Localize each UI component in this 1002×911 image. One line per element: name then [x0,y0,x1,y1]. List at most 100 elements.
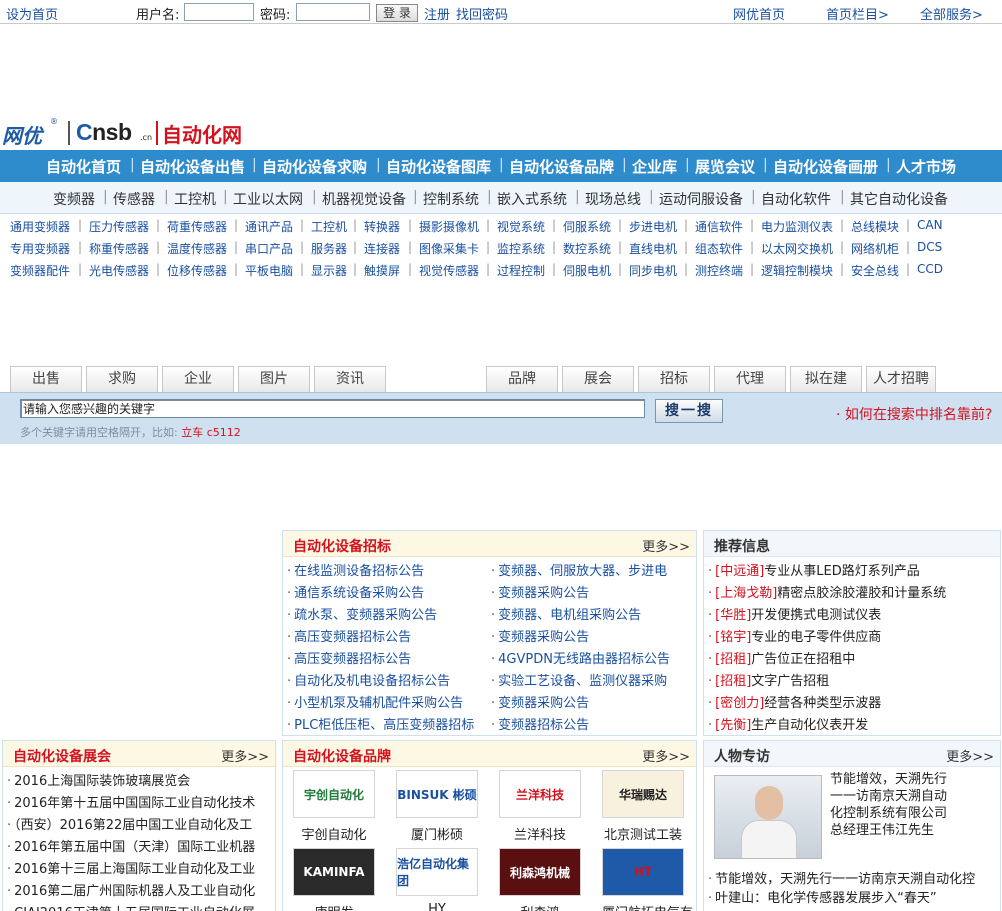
recover-password-link[interactable]: 找回密码 [456,4,508,23]
brand-logo[interactable]: 宇创自动化 [293,770,375,818]
expo-item[interactable]: ·CIAI2016天津第十五届国际工业自动化展 [7,902,271,911]
keyword-link[interactable]: 直线电机 [629,240,677,257]
set-home-link[interactable]: 设为首页 [6,4,58,23]
brand-name[interactable]: 厦门航拓电气有 [602,902,693,911]
main-nav-item-3[interactable]: 自动化设备图库 [386,156,491,177]
keyword-link[interactable]: 过程控制 [497,262,545,279]
recommend-item[interactable]: · [密创力]经营各种类型示波器 [708,692,996,711]
keyword-link[interactable]: DCS [917,240,942,254]
keyword-link[interactable]: 步进电机 [629,218,677,235]
main-nav-item-8[interactable]: 人才市场 [896,156,956,177]
search-ranking-tip-link[interactable]: · 如何在搜索中排名靠前? [836,404,992,424]
keyword-link[interactable]: 通用变频器 [10,218,70,235]
tender-item[interactable]: · 4GVPDN无线路由器招标公告 [491,648,691,667]
brand-logo[interactable]: 华瑞赐达 [602,770,684,818]
recommend-item[interactable]: · [招租]文字广告招租 [708,670,996,689]
tender-item[interactable]: · 变频器、电机组采购公告 [491,604,691,623]
expo-item[interactable]: · 2016年第五届中国（天津）国际工业机器 [7,836,271,855]
search-tab-3[interactable]: 图片 [238,366,310,392]
search-tab-4[interactable]: 资讯 [314,366,386,392]
brand-logo[interactable]: 浩亿自动化集团 [396,848,478,896]
keyword-link[interactable]: 测控终端 [695,262,743,279]
keyword-link[interactable]: 荷重传感器 [167,218,227,235]
search-tab-right-5[interactable]: 人才招聘 [866,366,936,392]
interview-item[interactable]: · 节能增效，天溯先行一一访南京天溯自动化控 [708,868,998,887]
keyword-link[interactable]: 光电传感器 [89,262,149,279]
brand-item[interactable]: 华瑞赐达 北京测试工装 [602,770,684,843]
keyword-link[interactable]: 以太网交换机 [761,240,833,257]
category-nav-item-8[interactable]: 运动伺服设备 [659,189,743,209]
tender-item[interactable]: · 小型机泵及辅机配件采购公告 [287,692,487,711]
tender-item[interactable]: · 高压变频器招标公告 [287,648,487,667]
tender-item[interactable]: · 在线监测设备招标公告 [287,560,487,579]
brand-item[interactable]: KAMINFA 康明发 [293,848,375,911]
search-button[interactable]: 搜一搜 [655,399,723,423]
expo-item[interactable]: · 2016年第十五届中国国际工业自动化技术 [7,792,271,811]
keyword-link[interactable]: 总线模块 [851,218,899,235]
category-nav-item-9[interactable]: 自动化软件 [761,189,831,209]
keyword-link[interactable]: 伺服系统 [563,218,611,235]
keyword-link[interactable]: 工控机 [311,218,347,235]
search-example-2[interactable]: c5112 [207,426,241,439]
expo-item[interactable]: · 2016上海国际装饰玻璃展览会 [7,770,271,789]
category-nav-item-10[interactable]: 其它自动化设备 [850,189,948,209]
main-nav-item-6[interactable]: 展览会议 [695,156,755,177]
category-nav-item-7[interactable]: 现场总线 [585,189,641,209]
tender-item[interactable]: · 实验工艺设备、监测仪器采购 [491,670,691,689]
keyword-link[interactable]: CAN [917,218,943,232]
interview-feature-link[interactable]: 节能增效，天溯先行一一访南京天溯自动化控制系统有限公司总经理王伟江先生 [830,771,948,839]
recommend-item[interactable]: · [招租]广告位正在招租中 [708,648,996,667]
brand-name[interactable]: 兰洋科技 [499,824,581,843]
category-nav-item-0[interactable]: 变频器 [53,189,95,209]
brand-name[interactable]: HY [396,902,478,911]
keyword-link[interactable]: 摄影摄像机 [419,218,479,235]
brands-more-link[interactable]: 更多>> [642,746,690,765]
keyword-link[interactable]: 通信软件 [695,218,743,235]
brand-name[interactable]: 厦门彬硕 [396,824,478,843]
expo-item[interactable]: · （西安）2016第22届中国工业自动化及工 [7,814,271,833]
brand-item[interactable]: 兰洋科技 兰洋科技 [499,770,581,843]
keyword-link[interactable]: 通讯产品 [245,218,293,235]
keyword-link[interactable]: 平板电脑 [245,262,293,279]
tender-item[interactable]: · 变频器、伺服放大器、步进电 [491,560,691,579]
tender-item[interactable]: · 疏水泵、变频器采购公告 [287,604,487,623]
category-nav-item-4[interactable]: 机器视觉设备 [322,189,406,209]
keyword-link[interactable]: 专用变频器 [10,240,70,257]
keyword-link[interactable]: 压力传感器 [89,218,149,235]
category-nav-item-1[interactable]: 传感器 [113,189,155,209]
keyword-link[interactable]: 图像采集卡 [419,240,479,257]
category-nav-item-6[interactable]: 嵌入式系统 [497,189,567,209]
tender-item[interactable]: · 通信系统设备采购公告 [287,582,487,601]
brand-logo[interactable]: 兰洋科技 [499,770,581,818]
brand-logo[interactable]: 利森鸿机械 [499,848,581,896]
main-nav-item-2[interactable]: 自动化设备求购 [262,156,367,177]
keyword-link[interactable]: 触摸屏 [364,262,400,279]
recommend-item[interactable]: · [先衡]生产自动化仪表开发 [708,714,996,733]
expo-item[interactable]: · 2016第二届广州国际机器人及工业自动化 [7,880,271,899]
recommend-item[interactable]: · [中远通]专业从事LED路灯系列产品 [708,560,996,579]
brand-item[interactable]: 浩亿自动化集团 HY [396,848,478,911]
brand-item[interactable]: BINSUK 彬硕 厦门彬硕 [396,770,478,843]
search-tab-0[interactable]: 出售 [10,366,82,392]
username-input[interactable] [184,3,254,21]
all-services-link[interactable]: 全部服务> [920,4,983,23]
search-tab-2[interactable]: 企业 [162,366,234,392]
brand-item[interactable]: 利森鸿机械利森鸿 [499,848,581,911]
keyword-link[interactable]: 称重传感器 [89,240,149,257]
keyword-link[interactable]: 温度传感器 [167,240,227,257]
brand-item[interactable]: HT 厦门航拓电气有 [602,848,693,911]
brand-logo[interactable]: HT [602,848,684,896]
keyword-link[interactable]: 服务器 [311,240,347,257]
keyword-link[interactable]: 逻辑控制模块 [761,262,833,279]
keyword-link[interactable]: 位移传感器 [167,262,227,279]
tender-item[interactable]: · 变频器招标公告 [491,714,691,733]
keyword-link[interactable]: 显示器 [311,262,347,279]
keyword-link[interactable]: CCD [917,262,943,276]
keyword-link[interactable]: 视觉系统 [497,218,545,235]
search-tab-right-3[interactable]: 代理 [714,366,786,392]
main-nav-item-0[interactable]: 自动化首页 [46,156,121,177]
interview-more-link[interactable]: 更多>> [946,746,994,765]
home-link[interactable]: 网优首页 [733,4,785,23]
main-nav-item-5[interactable]: 企业库 [632,156,677,177]
keyword-link[interactable]: 转换器 [364,218,400,235]
